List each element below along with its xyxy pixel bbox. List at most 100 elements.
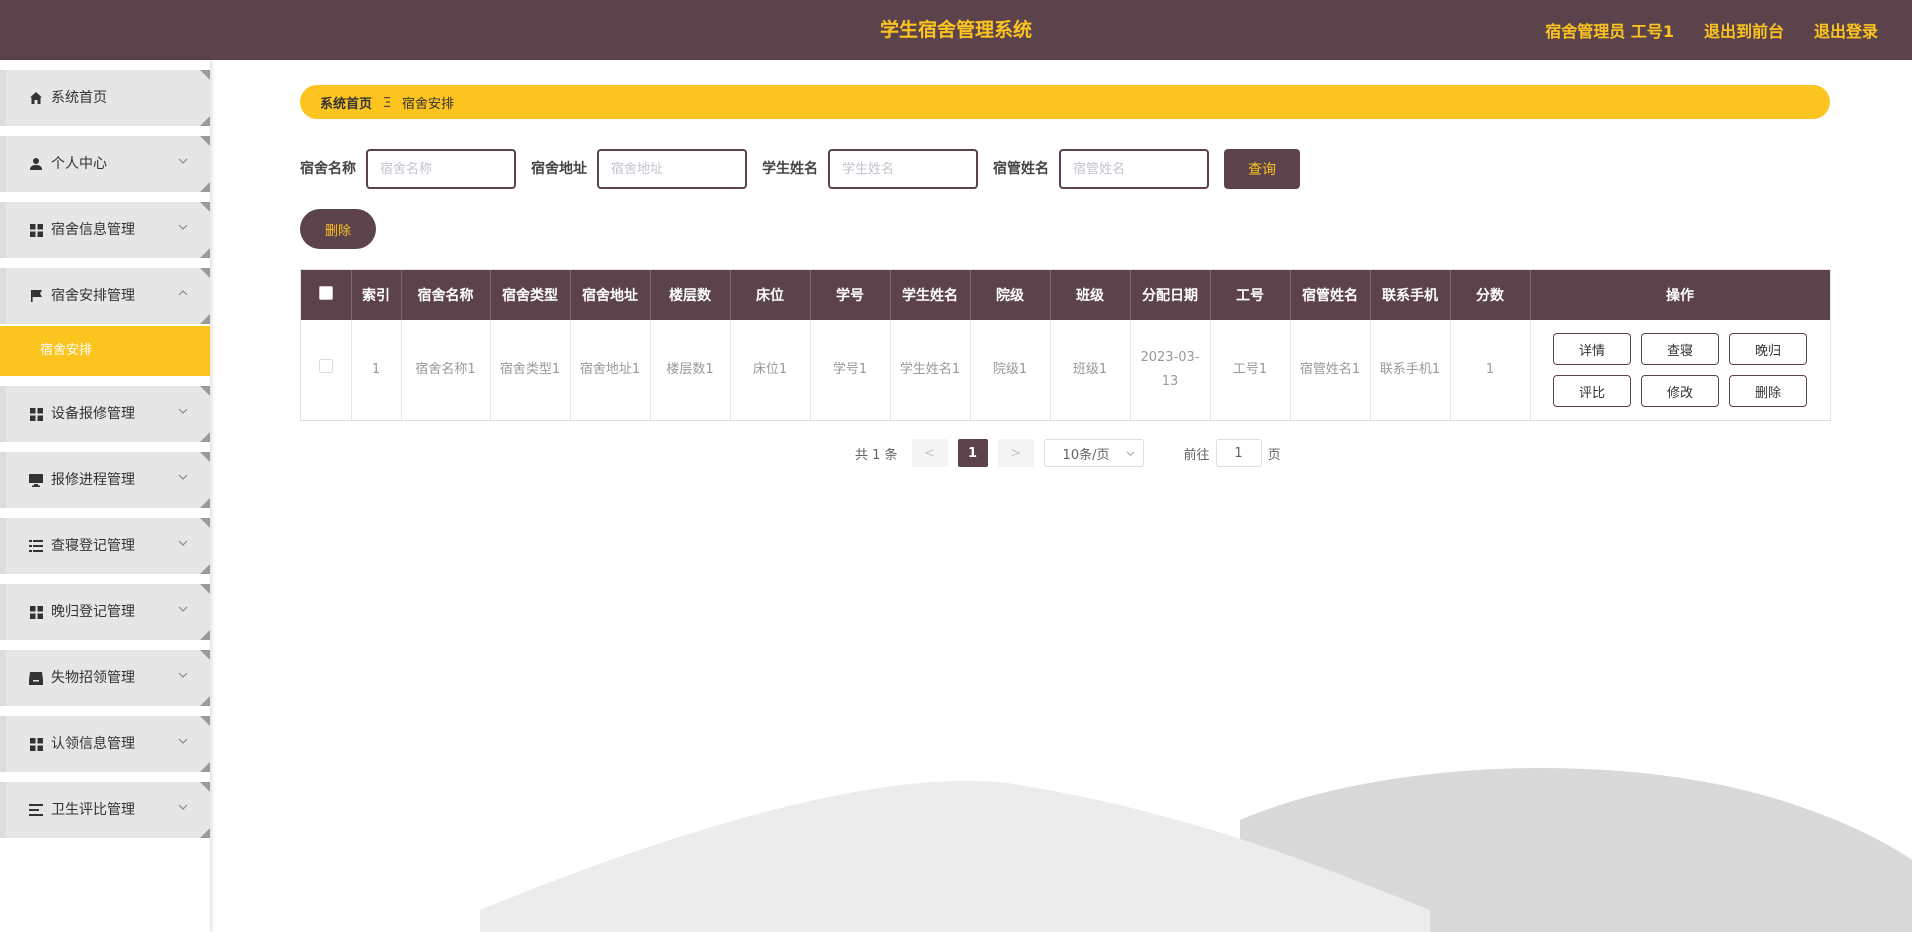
page-number-button[interactable]: 1 [957,439,988,467]
dorm-name-input[interactable] [366,149,516,189]
column-header: 学生姓名 [890,270,971,320]
manager-name-input[interactable] [1059,149,1209,189]
list-icon [28,538,44,554]
column-header: 索引 [351,270,402,320]
goto-prefix: 前往 [1183,447,1210,463]
table-cell: 学号1 [810,320,891,420]
dorm-address-input[interactable] [597,149,747,189]
column-header: 宿舍地址 [570,270,651,320]
back-to-front-link[interactable]: 退出到前台 [1704,18,1784,42]
batch-delete-button[interactable]: 删除 [300,209,376,249]
breadcrumb-home[interactable]: 系统首页 [320,93,372,112]
chevron-down-icon [1126,450,1135,456]
sidebar-item-late-return[interactable]: 晚归登记管理 [0,584,210,640]
sidebar-subitem-label: 宿舍安排 [40,343,93,358]
column-header: 分数 [1450,270,1531,320]
table-cell: 联系手机1 [1370,320,1451,420]
grid-icon [28,406,44,422]
table-cell: 2023-03-13 [1130,320,1211,420]
data-table: 索引 宿舍名称 宿舍类型 宿舍地址 楼层数 床位 学号 学生姓名 院级 班级 分… [300,269,1831,421]
late-return-button[interactable]: 晚归 [1729,333,1807,365]
goto-suffix: 页 [1267,447,1281,463]
sidebar-subitem-dorm-arrangement[interactable]: 宿舍安排 [0,326,210,376]
sidebar-item-repair-progress[interactable]: 报修进程管理 [0,452,210,508]
chevron-down-icon [178,474,188,480]
column-header: 工号 [1210,270,1291,320]
manager-name-label: 宿管姓名 [993,161,1049,177]
page-size-select[interactable]: 10条/页 [1043,439,1144,467]
sidebar-item-label: 报修进程管理 [51,472,135,488]
sidebar-item-label: 宿舍信息管理 [51,222,135,238]
column-header: 床位 [730,270,811,320]
table-cell: 院级1 [970,320,1051,420]
chevron-down-icon [178,804,188,810]
chevron-down-icon [178,672,188,678]
row-checkbox[interactable] [318,359,333,373]
table-cell: 宿舍地址1 [570,320,651,420]
rating-button[interactable]: 评比 [1553,375,1631,407]
sidebar-item-personal-center[interactable]: 个人中心 [0,136,210,192]
column-header: 联系手机 [1370,270,1451,320]
operations-cell: 详情 查寝 晚归 评比 修改 删除 [1530,320,1831,420]
select-all-cell [301,270,352,320]
home-icon [28,90,44,106]
detail-button[interactable]: 详情 [1553,333,1631,365]
chevron-down-icon [178,408,188,414]
sidebar-item-home[interactable]: 系统首页 [0,70,210,126]
chevron-down-icon [178,606,188,612]
column-header: 宿管姓名 [1290,270,1371,320]
inbox-icon [28,670,44,686]
table-cell: 工号1 [1210,320,1291,420]
goto-page-input[interactable] [1215,439,1262,467]
column-header: 院级 [970,270,1051,320]
table-row: 1 宿舍名称1 宿舍类型1 宿舍地址1 楼层数1 床位1 学号1 学生姓名1 院… [301,320,1831,420]
breadcrumb: 系统首页 宿舍安排 [300,85,1830,119]
next-page-button[interactable]: > [997,439,1034,467]
row-actions: 详情 查寝 晚归 评比 修改 删除 [1539,333,1822,407]
sidebar-item-dorm-info[interactable]: 宿舍信息管理 [0,202,210,258]
header-links: 宿舍管理员 工号1 退出到前台 退出登录 [1545,0,1878,60]
sidebar-item-label: 个人中心 [51,156,107,172]
grid-icon [28,736,44,752]
column-header: 操作 [1530,270,1831,320]
student-name-input[interactable] [828,149,978,189]
sidebar-item-equipment-repair[interactable]: 设备报修管理 [0,386,210,442]
sidebar-item-label: 宿舍安排管理 [51,288,135,304]
sidebar-item-label: 卫生评比管理 [51,802,135,818]
column-header: 班级 [1050,270,1131,320]
sidebar-item-dorm-arrangement[interactable]: 宿舍安排管理 [0,268,210,324]
breadcrumb-separator-icon [384,95,391,109]
sidebar-item-lost-found[interactable]: 失物招领管理 [0,650,210,706]
sidebar-item-hygiene-rating[interactable]: 卫生评比管理 [0,782,210,838]
sidebar-item-label: 系统首页 [51,90,107,106]
dorm-check-button[interactable]: 查寝 [1641,333,1719,365]
table-cell: 床位1 [730,320,811,420]
column-header: 楼层数 [650,270,731,320]
table-cell: 宿舍类型1 [490,320,571,420]
chevron-down-icon [178,540,188,546]
dorm-name-label: 宿舍名称 [300,161,356,177]
pagination: 共 1 条 < 1 > 10条/页 前往 页 [855,438,1281,468]
table-cell: 学生姓名1 [890,320,971,420]
top-header: 学生宿舍管理系统 宿舍管理员 工号1 退出到前台 退出登录 [0,0,1912,60]
edit-button[interactable]: 修改 [1641,375,1719,407]
front-hill [480,780,1430,932]
logout-link[interactable]: 退出登录 [1814,18,1878,42]
table-cell: 宿管姓名1 [1290,320,1371,420]
table-cell: 1 [1450,320,1531,420]
sidebar-item-label: 认领信息管理 [51,736,135,752]
sidebar: 系统首页 个人中心 宿舍信息管理 宿舍安排管理 宿舍安排 设备报修管理 报修进程… [0,60,210,932]
grid-icon [28,604,44,620]
sidebar-item-dorm-check[interactable]: 查寝登记管理 [0,518,210,574]
grid-icon [28,222,44,238]
select-all-checkbox[interactable] [318,286,333,300]
sidebar-item-claim-info[interactable]: 认领信息管理 [0,716,210,772]
table-cell: 楼层数1 [650,320,731,420]
table-header-row: 索引 宿舍名称 宿舍类型 宿舍地址 楼层数 床位 学号 学生姓名 院级 班级 分… [301,270,1831,320]
query-button[interactable]: 查询 [1224,149,1300,189]
chevron-down-icon [178,738,188,744]
delete-button[interactable]: 删除 [1729,375,1807,407]
prev-page-button[interactable]: < [911,439,948,467]
sidebar-item-label: 查寝登记管理 [51,538,135,554]
sidebar-item-label: 失物招领管理 [51,670,135,686]
